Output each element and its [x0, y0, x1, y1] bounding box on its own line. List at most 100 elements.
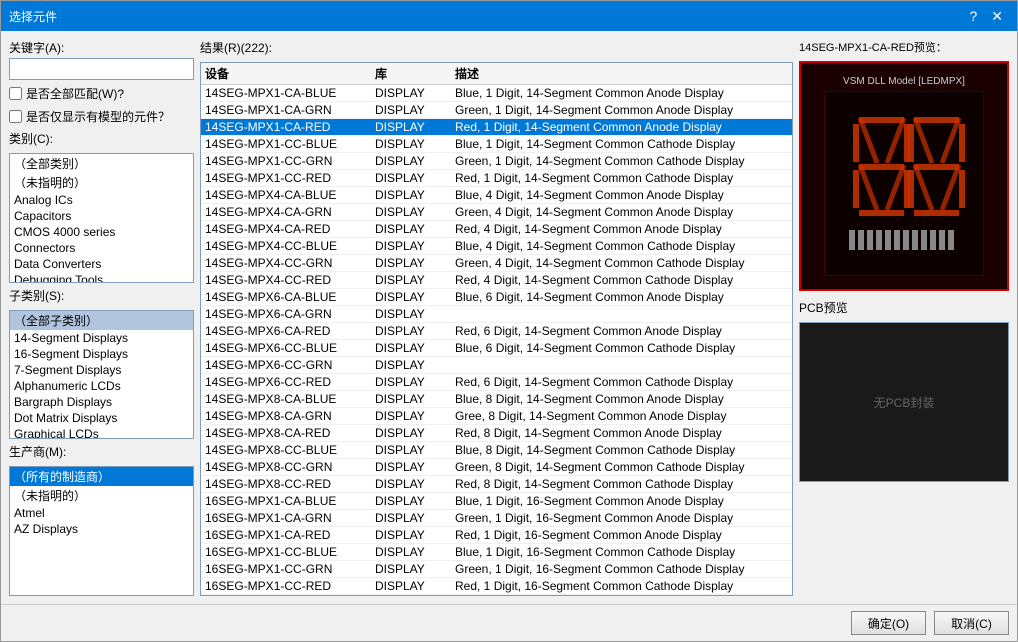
row-desc: Green, 1 Digit, 16-Segment Common Cathod…	[455, 562, 788, 576]
row-desc: Blue, 8 Digit, 14-Segment Common Anode D…	[455, 392, 788, 406]
table-row[interactable]: 14SEG-MPX4-CC-BLUEDISPLAYBlue, 4 Digit, …	[201, 238, 792, 255]
category-item[interactable]: （未指明的）	[10, 173, 193, 192]
table-row[interactable]: 16SEG-MPX1-CC-GRNDISPLAYGreen, 1 Digit, …	[201, 561, 792, 578]
category-item[interactable]: Capacitors	[10, 208, 193, 224]
manufacturer-item[interactable]: （未指明的）	[10, 486, 193, 505]
row-desc: Blue, 1 Digit, 14-Segment Common Anode D…	[455, 86, 788, 100]
table-row[interactable]: 16SEG-MPX1-CA-BLUEDISPLAYBlue, 1 Digit, …	[201, 493, 792, 510]
row-desc: Red, 6 Digit, 14-Segment Common Anode Di…	[455, 324, 788, 338]
table-row[interactable]: 14SEG-MPX4-CC-GRNDISPLAYGreen, 4 Digit, …	[201, 255, 792, 272]
table-row[interactable]: 14SEG-MPX1-CC-GRNDISPLAYGreen, 1 Digit, …	[201, 153, 792, 170]
table-row[interactable]: 14SEG-MPX6-CC-REDDISPLAYRed, 6 Digit, 14…	[201, 374, 792, 391]
row-device: 14SEG-MPX4-CA-GRN	[205, 205, 375, 219]
manufacturer-item[interactable]: Atmel	[10, 505, 193, 521]
table-row[interactable]: 16SEG-MPX1-CA-GRNDISPLAYGreen, 1 Digit, …	[201, 510, 792, 527]
manufacturer-list[interactable]: （所有的制造商）（未指明的）AtmelAZ Displays	[9, 466, 194, 596]
row-desc: Gree, 8 Digit, 14-Segment Common Anode D…	[455, 409, 788, 423]
row-lib: DISPLAY	[375, 188, 455, 202]
table-row[interactable]: 14SEG-MPX4-CA-REDDISPLAYRed, 4 Digit, 14…	[201, 221, 792, 238]
row-desc: Blue, 8 Digit, 14-Segment Common Cathode…	[455, 443, 788, 457]
show-all-label: 是否全部匹配(W)?	[26, 85, 124, 102]
row-device: 14SEG-MPX1-CC-GRN	[205, 154, 375, 168]
row-lib: DISPLAY	[375, 273, 455, 287]
row-desc: Blue, 1 Digit, 16-Segment Common Cathode…	[455, 545, 788, 559]
subcategory-item[interactable]: Alphanumeric LCDs	[10, 378, 193, 394]
table-row[interactable]: 16SEG-MPX1-CA-REDDISPLAYRed, 1 Digit, 16…	[201, 527, 792, 544]
subcategory-list[interactable]: （全部子类别）14-Segment Displays16-Segment Dis…	[9, 310, 194, 440]
row-desc: Blue, 1 Digit, 16-Segment Common Anode D…	[455, 494, 788, 508]
subcategory-item[interactable]: 7-Segment Displays	[10, 362, 193, 378]
preview-box: VSM DLL Model [LEDMPX]	[799, 61, 1009, 291]
category-item[interactable]: （全部类别）	[10, 154, 193, 173]
row-device: 14SEG-MPX6-CA-GRN	[205, 307, 375, 321]
table-row[interactable]: 14SEG-MPX8-CA-GRNDISPLAYGree, 8 Digit, 1…	[201, 408, 792, 425]
table-row[interactable]: 16SEG-MPX1-CC-REDDISPLAYRed, 1 Digit, 16…	[201, 578, 792, 595]
table-row[interactable]: 14SEG-MPX4-CA-GRNDISPLAYGreen, 4 Digit, …	[201, 204, 792, 221]
row-desc: Red, 8 Digit, 14-Segment Common Cathode …	[455, 477, 788, 491]
row-desc: Green, 1 Digit, 14-Segment Common Anode …	[455, 103, 788, 117]
table-row[interactable]: 14SEG-MPX8-CC-GRNDISPLAYGreen, 8 Digit, …	[201, 459, 792, 476]
title-bar: 选择元件 ? ✕	[1, 1, 1017, 31]
category-list[interactable]: （全部类别）（未指明的）Analog ICsCapacitorsCMOS 400…	[9, 153, 194, 283]
results-table[interactable]: 14SEG-MPX1-CA-BLUEDISPLAYBlue, 1 Digit, …	[201, 85, 792, 595]
col-header-desc: 描述	[455, 65, 788, 82]
show-all-checkbox[interactable]	[9, 87, 22, 100]
table-row[interactable]: 14SEG-MPX8-CA-BLUEDISPLAYBlue, 8 Digit, …	[201, 391, 792, 408]
table-row[interactable]: 14SEG-MPX1-CA-BLUEDISPLAYBlue, 1 Digit, …	[201, 85, 792, 102]
table-row[interactable]: 14SEG-MPX1-CC-REDDISPLAYRed, 1 Digit, 14…	[201, 170, 792, 187]
row-desc: Green, 1 Digit, 14-Segment Common Cathod…	[455, 154, 788, 168]
row-desc	[455, 307, 788, 321]
confirm-button[interactable]: 确定(O)	[851, 611, 926, 635]
table-row[interactable]: 14SEG-MPX4-CA-BLUEDISPLAYBlue, 4 Digit, …	[201, 187, 792, 204]
table-row[interactable]: 14SEG-MPX4-CC-REDDISPLAYRed, 4 Digit, 14…	[201, 272, 792, 289]
table-row[interactable]: 14SEG-MPX6-CC-GRNDISPLAY	[201, 357, 792, 374]
cancel-button[interactable]: 取消(C)	[934, 611, 1009, 635]
row-desc: Red, 1 Digit, 14-Segment Common Cathode …	[455, 171, 788, 185]
subcategory-item[interactable]: （全部子类别）	[10, 311, 193, 330]
table-row[interactable]: 14SEG-MPX1-CA-GRNDISPLAYGreen, 1 Digit, …	[201, 102, 792, 119]
subcategory-item[interactable]: Dot Matrix Displays	[10, 410, 193, 426]
table-row[interactable]: 14SEG-MPX8-CC-BLUEDISPLAYBlue, 8 Digit, …	[201, 442, 792, 459]
row-device: 14SEG-MPX4-CA-BLUE	[205, 188, 375, 202]
table-row[interactable]: 16SEG-MPX1-CC-BLUEDISPLAYBlue, 1 Digit, …	[201, 544, 792, 561]
category-item[interactable]: Debugging Tools	[10, 272, 193, 283]
table-row[interactable]: 14SEG-MPX1-CC-BLUEDISPLAYBlue, 1 Digit, …	[201, 136, 792, 153]
table-row[interactable]: 14SEG-MPX6-CA-GRNDISPLAY	[201, 306, 792, 323]
show-model-checkbox[interactable]	[9, 110, 22, 123]
preview-title: 14SEG-MPX1-CA-RED预览：	[799, 39, 1009, 55]
subcategory-item[interactable]: 14-Segment Displays	[10, 330, 193, 346]
row-desc: Red, 1 Digit, 16-Segment Common Anode Di…	[455, 528, 788, 542]
no-pcb-label: 无PCB封装	[874, 394, 935, 411]
row-device: 14SEG-MPX8-CC-RED	[205, 477, 375, 491]
row-device: 14SEG-MPX6-CC-GRN	[205, 358, 375, 372]
category-item[interactable]: Data Converters	[10, 256, 193, 272]
help-button[interactable]: ?	[963, 7, 983, 25]
row-lib: DISPLAY	[375, 341, 455, 355]
row-device: 14SEG-MPX1-CA-BLUE	[205, 86, 375, 100]
manufacturer-item[interactable]: （所有的制造商）	[10, 467, 193, 486]
close-button[interactable]: ✕	[985, 7, 1009, 25]
manufacturer-item[interactable]: AZ Displays	[10, 521, 193, 537]
category-label: 类别(C):	[9, 130, 194, 147]
table-row[interactable]: 14SEG-MPX1-CA-REDDISPLAYRed, 1 Digit, 14…	[201, 119, 792, 136]
row-lib: DISPLAY	[375, 307, 455, 321]
category-item[interactable]: Connectors	[10, 240, 193, 256]
row-desc: Red, 8 Digit, 14-Segment Common Anode Di…	[455, 426, 788, 440]
row-desc	[455, 358, 788, 372]
category-item[interactable]: CMOS 4000 series	[10, 224, 193, 240]
table-row[interactable]: 14SEG-MPX6-CA-REDDISPLAYRed, 6 Digit, 14…	[201, 323, 792, 340]
table-row[interactable]: 14SEG-MPX8-CC-REDDISPLAYRed, 8 Digit, 14…	[201, 476, 792, 493]
row-device: 14SEG-MPX1-CA-GRN	[205, 103, 375, 117]
subcategory-item[interactable]: Bargraph Displays	[10, 394, 193, 410]
table-row[interactable]: 14SEG-MPX6-CC-BLUEDISPLAYBlue, 6 Digit, …	[201, 340, 792, 357]
row-device: 16SEG-MPX1-CA-GRN	[205, 511, 375, 525]
keyword-input[interactable]	[9, 58, 194, 80]
row-lib: DISPLAY	[375, 392, 455, 406]
row-lib: DISPLAY	[375, 86, 455, 100]
row-lib: DISPLAY	[375, 511, 455, 525]
subcategory-item[interactable]: 16-Segment Displays	[10, 346, 193, 362]
table-row[interactable]: 14SEG-MPX8-CA-REDDISPLAYRed, 8 Digit, 14…	[201, 425, 792, 442]
category-item[interactable]: Analog ICs	[10, 192, 193, 208]
subcategory-item[interactable]: Graphical LCDs	[10, 426, 193, 440]
table-row[interactable]: 14SEG-MPX6-CA-BLUEDISPLAYBlue, 6 Digit, …	[201, 289, 792, 306]
